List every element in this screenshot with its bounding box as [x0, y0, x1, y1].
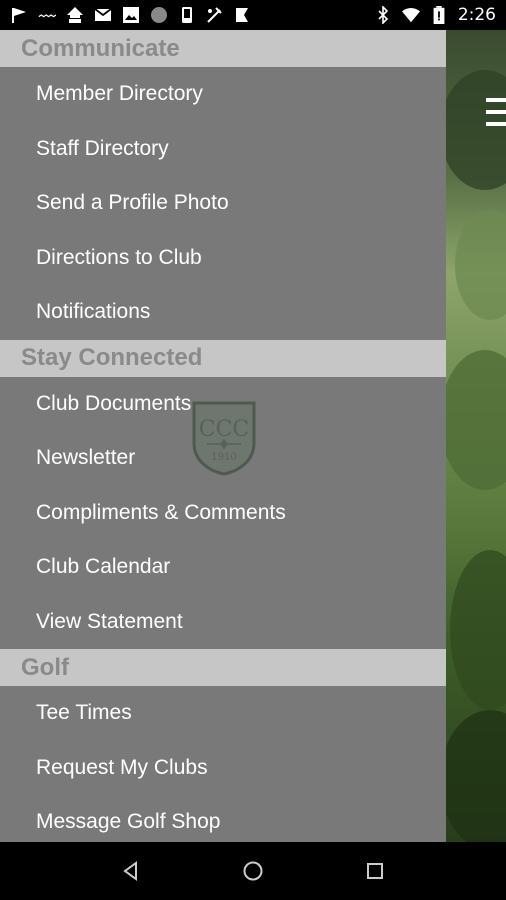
phone-icon — [182, 7, 192, 23]
mm-icon — [67, 7, 83, 23]
circle-icon — [151, 7, 167, 23]
check-icon — [236, 8, 248, 22]
menu-item-message-golf-shop[interactable]: Message Golf Shop — [0, 795, 446, 842]
back-button[interactable] — [118, 858, 144, 884]
image-icon — [123, 7, 139, 23]
status-bar: 2:26 — [0, 0, 506, 30]
golf-icon — [207, 7, 222, 23]
recents-button[interactable] — [362, 858, 388, 884]
menu-item-member-directory[interactable]: Member Directory — [0, 67, 446, 122]
system-icons: 2:26 — [374, 5, 496, 25]
section-header-communicate: Communicate — [0, 30, 446, 67]
flag-icon — [12, 8, 26, 23]
menu-item-club-calendar[interactable]: Club Calendar — [0, 540, 446, 595]
menu-item-view-statement[interactable]: View Statement — [0, 595, 446, 650]
voicemail-icon — [38, 14, 56, 18]
crest-monogram: CCC — [199, 417, 250, 442]
club-crest-logo: CCC 1910 — [192, 401, 256, 476]
menu-item-compliments-comments[interactable]: Compliments & Comments — [0, 486, 446, 541]
wifi-icon — [401, 8, 420, 23]
notification-icons — [10, 6, 252, 24]
menu-item-directions-to-club[interactable]: Directions to Club — [0, 231, 446, 286]
menu-item-request-my-clubs[interactable]: Request My Clubs — [0, 741, 446, 796]
menu-item-tee-times[interactable]: Tee Times — [0, 686, 446, 741]
back-icon — [123, 861, 137, 881]
battery-icon — [433, 6, 445, 24]
menu-item-notifications[interactable]: Notifications — [0, 285, 446, 340]
gmail-icon — [94, 8, 112, 21]
system-navigation-bar — [0, 842, 506, 900]
clock: 2:26 — [457, 5, 496, 25]
recents-icon — [367, 863, 383, 879]
home-button[interactable] — [240, 858, 266, 884]
section-header-golf: Golf — [0, 649, 446, 686]
menu-item-send-profile-photo[interactable]: Send a Profile Photo — [0, 176, 446, 231]
bluetooth-icon — [378, 6, 388, 24]
home-icon — [243, 861, 263, 881]
crest-year: 1910 — [211, 452, 236, 463]
section-header-stay-connected: Stay Connected — [0, 339, 446, 377]
navigation-drawer: Communicate Member Directory Staff Direc… — [0, 30, 446, 842]
menu-icon[interactable] — [486, 98, 506, 126]
menu-item-staff-directory[interactable]: Staff Directory — [0, 122, 446, 177]
